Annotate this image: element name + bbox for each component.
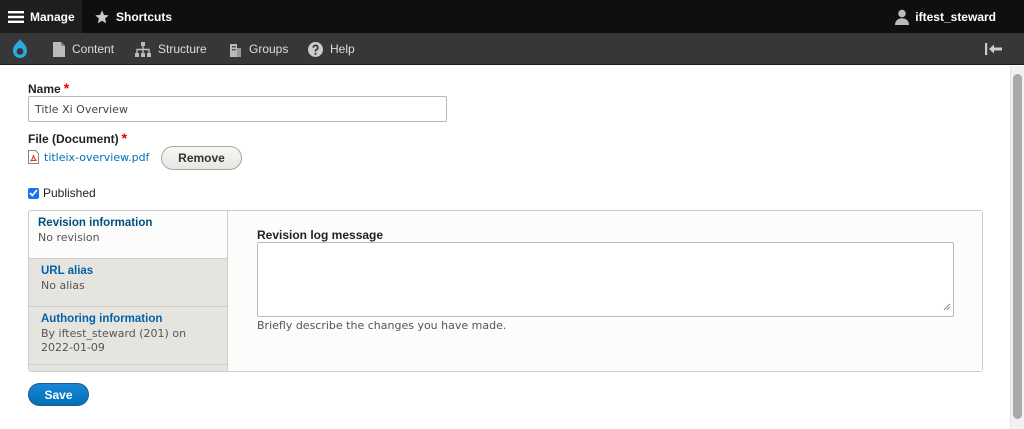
- tab-title: URL alias: [41, 265, 94, 277]
- content-menu-item[interactable]: Content: [53, 33, 114, 65]
- collapse-left-icon: [985, 43, 1002, 55]
- document-icon: [53, 41, 65, 57]
- revision-log-description: Briefly describe the changes you have ma…: [257, 319, 507, 332]
- user-menu-button[interactable]: iftest_steward: [895, 0, 996, 33]
- groups-menu-label: Groups: [249, 42, 289, 56]
- published-checkbox[interactable]: [28, 187, 39, 199]
- save-button[interactable]: Save: [28, 383, 89, 406]
- star-icon: [94, 9, 110, 25]
- shortcuts-label: Shortcuts: [116, 9, 173, 24]
- user-name: iftest_steward: [915, 9, 996, 24]
- help-menu-item[interactable]: Help: [308, 33, 355, 65]
- file-label-text: File (Document): [28, 132, 119, 146]
- name-field-label: Name *: [28, 80, 69, 96]
- file-name: titleix-overview.pdf: [44, 150, 150, 164]
- tab-authoring-information[interactable]: Authoring information By iftest_steward …: [29, 307, 227, 365]
- sitemap-icon: [135, 41, 151, 57]
- content-menu-label: Content: [72, 42, 115, 56]
- name-label-text: Name: [28, 82, 61, 96]
- tab-title: Authoring information: [41, 313, 163, 325]
- required-marker: *: [63, 80, 70, 96]
- help-question-icon: [308, 41, 323, 57]
- manage-label: Manage: [30, 9, 75, 24]
- required-marker: *: [121, 130, 128, 146]
- tab-url-alias[interactable]: URL alias No alias: [29, 259, 227, 307]
- vertical-tabs: Revision information No revision URL ali…: [28, 210, 983, 372]
- tab-summary: No alias: [41, 279, 85, 292]
- remove-file-button[interactable]: Remove: [161, 146, 242, 170]
- published-checkbox-row[interactable]: Published: [28, 186, 96, 200]
- drupal-logo-icon: [10, 38, 30, 60]
- name-input[interactable]: Title Xi Overview: [28, 96, 447, 122]
- tab-summary: No revision: [38, 231, 100, 244]
- tab-revision-information[interactable]: Revision information No revision: [29, 211, 227, 259]
- drupal-home-link[interactable]: [10, 33, 37, 65]
- admin-toolbar: Manage Shortcuts iftest_steward: [0, 0, 1024, 33]
- revision-pane: Revision log message Briefly describe th…: [228, 211, 982, 371]
- name-input-value: Title Xi Overview: [35, 102, 128, 116]
- groups-building-icon: [228, 41, 242, 57]
- collapse-tray-button[interactable]: [985, 33, 1009, 65]
- groups-menu-item[interactable]: Groups: [228, 33, 288, 65]
- hamburger-menu-icon: [8, 10, 24, 24]
- user-icon: [895, 9, 910, 25]
- structure-menu-label: Structure: [158, 42, 207, 56]
- published-label: Published: [43, 186, 96, 200]
- admin-tray: Content Structure Groups Help: [0, 33, 1024, 65]
- tab-title: Revision information: [38, 217, 153, 229]
- resize-grip-icon[interactable]: [943, 300, 951, 314]
- manage-button[interactable]: Manage: [0, 0, 82, 33]
- revision-log-label: Revision log message: [257, 228, 384, 242]
- page-scrollbar[interactable]: [1010, 66, 1024, 429]
- pdf-file-icon: [28, 150, 39, 164]
- file-field-label: File (Document) *: [28, 130, 127, 146]
- scrollbar-thumb[interactable]: [1013, 74, 1022, 419]
- revision-log-textarea[interactable]: [257, 242, 954, 317]
- structure-menu-item[interactable]: Structure: [135, 33, 207, 65]
- vertical-tab-list: Revision information No revision URL ali…: [29, 211, 228, 371]
- tab-summary: By iftest_steward (201) on 2022-01-09: [41, 327, 187, 354]
- shortcuts-button[interactable]: Shortcuts: [86, 0, 172, 33]
- file-download-link[interactable]: titleix-overview.pdf: [28, 150, 149, 164]
- help-menu-label: Help: [330, 42, 355, 56]
